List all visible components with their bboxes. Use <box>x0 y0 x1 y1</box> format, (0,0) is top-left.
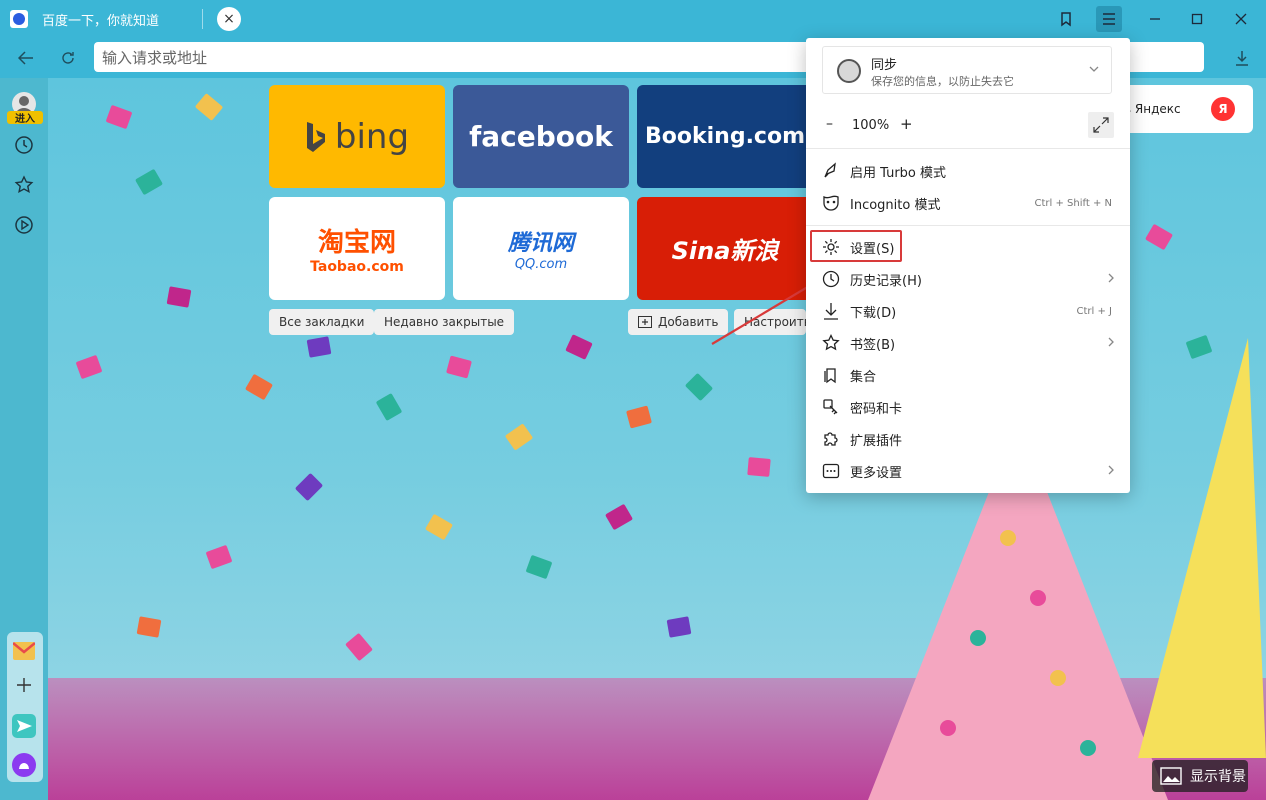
reload-icon[interactable] <box>56 46 80 70</box>
back-arrow-icon[interactable] <box>14 46 38 70</box>
star-icon <box>820 332 842 354</box>
maximize-icon[interactable] <box>1184 6 1210 32</box>
tab-separator <box>202 9 203 29</box>
clock-icon <box>820 268 842 290</box>
menu-item-shortcut: Ctrl + Shift + N <box>1034 197 1112 209</box>
new-tab-close-icon[interactable]: × <box>217 7 241 31</box>
menu-item-incognito[interactable]: Incognito 模式 Ctrl + Shift + N <box>806 187 1130 219</box>
chevron-right-icon <box>1108 272 1114 287</box>
menu-item-collections[interactable]: 集合 <box>806 359 1130 391</box>
rocket-icon <box>820 160 842 182</box>
downloads-icon[interactable] <box>1230 46 1254 70</box>
download-icon <box>820 300 842 322</box>
show-background-button[interactable]: 显示背景 <box>1152 760 1248 792</box>
chevron-right-icon <box>1108 464 1114 479</box>
menu-item-turbo[interactable]: 启用 Turbo 模式 <box>806 155 1130 187</box>
add-icon[interactable] <box>12 673 36 697</box>
tab-title: 百度一下，你就知道 <box>42 13 160 29</box>
bing-logo-icon <box>306 121 325 152</box>
sync-title: 同步 <box>871 58 898 73</box>
puzzle-icon <box>820 428 842 450</box>
fullscreen-icon[interactable] <box>1088 112 1114 138</box>
yandex-logo-icon: Я <box>1211 97 1235 121</box>
menu-item-history[interactable]: 历史记录(H) <box>806 263 1130 295</box>
zoom-in-button[interactable]: + <box>900 115 913 133</box>
menu-item-passwords[interactable]: 密码和卡 <box>806 391 1130 423</box>
address-placeholder: 输入请求或地址 <box>102 48 208 67</box>
login-badge[interactable]: 进入 <box>7 111 43 125</box>
sync-avatar-icon <box>837 59 861 83</box>
menu-item-extensions[interactable]: 扩展插件 <box>806 423 1130 455</box>
menu-icon[interactable] <box>1096 6 1122 32</box>
tile-bing[interactable]: bing <box>269 85 445 188</box>
menu-item-more-settings[interactable]: 更多设置 <box>806 455 1130 487</box>
alice-assistant-icon[interactable] <box>12 753 36 777</box>
mail-icon[interactable] <box>12 639 36 663</box>
main-menu: 同步 保存您的信息，以防止失去它 – 100% + 启用 Turbo 模式 In… <box>806 38 1130 493</box>
image-icon <box>1160 767 1182 785</box>
tile-qq[interactable]: 腾讯网 QQ.com <box>453 197 629 300</box>
key-icon <box>820 396 842 418</box>
menu-item-label: 扩展插件 <box>850 433 903 449</box>
video-play-icon[interactable] <box>12 213 36 237</box>
party-hat-yellow <box>1138 338 1266 758</box>
settings-highlight-box <box>810 230 902 262</box>
recently-closed-button[interactable]: Недавно закрытые <box>374 309 515 335</box>
menu-divider <box>806 225 1130 226</box>
bookmark-panel-icon[interactable] <box>1053 6 1079 32</box>
tile-booking[interactable]: Booking.com <box>637 85 813 188</box>
menu-item-shortcut: Ctrl + J <box>1076 305 1112 317</box>
tile-facebook-label: facebook <box>469 120 613 153</box>
baidu-favicon-icon <box>10 10 28 28</box>
menu-divider <box>806 148 1130 149</box>
tile-yandex-label: в Яндекс <box>1124 102 1181 116</box>
active-tab[interactable]: 百度一下，你就知道 <box>0 0 200 38</box>
menu-item-bookmarks[interactable]: 书签(B) <box>806 327 1130 359</box>
tile-taobao-cn-label: 淘宝网 <box>317 228 396 258</box>
close-window-icon[interactable] <box>1228 6 1254 32</box>
tile-taobao-en-label: Taobao.com <box>310 259 404 275</box>
menu-item-label: 下载(D) <box>850 305 897 321</box>
show-background-label: 显示背景 <box>1190 769 1246 785</box>
menu-item-label: Incognito 模式 <box>850 197 941 213</box>
tile-yandex[interactable]: в Яндекс Я <box>1118 85 1253 133</box>
sync-subtitle: 保存您的信息，以防止失去它 <box>871 75 1014 88</box>
tile-qq-cn-label: 腾讯网 <box>507 231 574 256</box>
tile-bing-label: bing <box>334 116 410 157</box>
tile-facebook[interactable]: facebook <box>453 85 629 188</box>
menu-item-label: 集合 <box>850 369 877 385</box>
menu-item-downloads[interactable]: 下载(D) Ctrl + J <box>806 295 1130 327</box>
collections-icon <box>820 364 842 386</box>
all-bookmarks-button[interactable]: Все закладки <box>269 309 375 335</box>
favorites-star-icon[interactable] <box>12 173 36 197</box>
tile-sina-label: Sina新浪 <box>671 237 779 265</box>
chevron-right-icon <box>1108 336 1114 351</box>
tile-qq-en-label: QQ.com <box>514 257 568 272</box>
incognito-mask-icon <box>820 192 842 214</box>
menu-item-label: 更多设置 <box>850 465 903 481</box>
sync-panel[interactable]: 同步 保存您的信息，以防止失去它 <box>822 46 1112 94</box>
more-dots-icon <box>820 460 842 482</box>
history-clock-icon[interactable] <box>12 133 36 157</box>
tile-taobao[interactable]: 淘宝网 Taobao.com <box>269 197 445 300</box>
zoom-out-button[interactable]: – <box>826 116 833 132</box>
menu-item-label: 书签(B) <box>850 337 896 353</box>
tile-booking-label: Booking.com <box>644 124 805 149</box>
chevron-down-icon <box>1089 61 1099 75</box>
menu-item-label: 启用 Turbo 模式 <box>850 165 947 181</box>
menu-item-label: 密码和卡 <box>850 401 903 417</box>
zoom-level: 100% <box>852 118 890 133</box>
zoom-row: – 100% + <box>806 106 1130 146</box>
messenger-icon[interactable] <box>12 714 36 738</box>
add-square-icon <box>638 316 652 328</box>
menu-item-label: 历史记录(H) <box>850 273 922 289</box>
minimize-icon[interactable] <box>1142 6 1168 32</box>
